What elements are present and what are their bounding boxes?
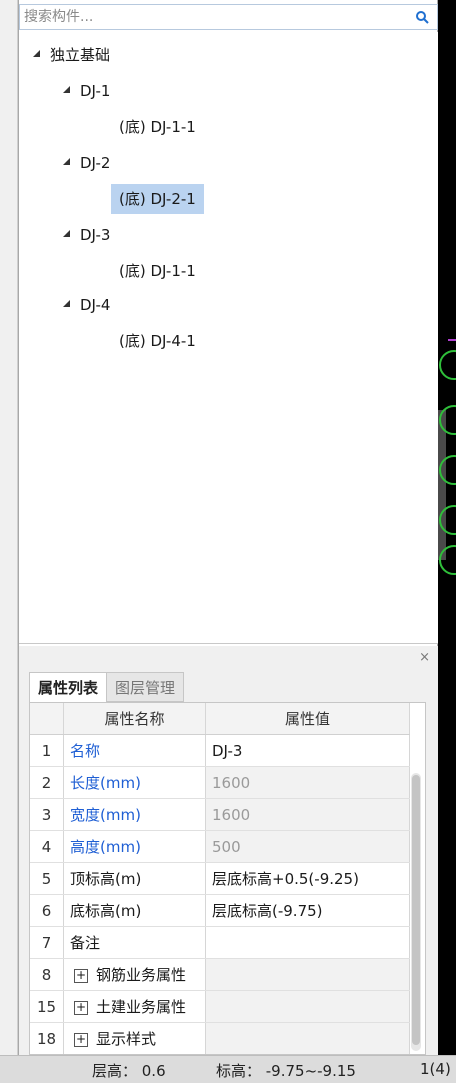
row-name: 长度(mm) [64, 767, 206, 798]
tree-group-dj2[interactable]: DJ-2 [63, 148, 110, 178]
tree-item[interactable]: (底) DJ-1-1 [111, 112, 204, 142]
row-value[interactable]: 1600 [206, 767, 410, 798]
table-row[interactable]: 18 + 显示样式 [30, 1023, 410, 1054]
row-name: 名称 [64, 735, 206, 766]
tree-group-label: DJ-3 [80, 226, 111, 244]
row-name: 土建业务属性 [96, 998, 187, 1016]
row-number: 8 [30, 959, 64, 990]
header-value: 属性值 [206, 703, 410, 734]
tree-group-dj4[interactable]: DJ-4 [63, 290, 110, 320]
tree-root[interactable]: 独立基础 [33, 40, 110, 70]
tree-item-label: (底) DJ-1-1 [119, 118, 196, 136]
tab-property-list[interactable]: 属性列表 [29, 672, 108, 702]
expand-triangle-icon[interactable] [63, 300, 70, 307]
tree-group-label: DJ-2 [80, 154, 111, 172]
row-number: 15 [30, 991, 64, 1022]
tree-group-label: DJ-1 [80, 82, 111, 100]
row-number: 5 [30, 863, 64, 894]
tree-item-label: (底) DJ-1-1 [119, 262, 196, 280]
row-number: 18 [30, 1023, 64, 1054]
row-name-group[interactable]: + 钢筋业务属性 [64, 959, 206, 990]
close-icon[interactable]: × [419, 650, 430, 665]
row-value[interactable]: 1600 [206, 799, 410, 830]
tree-group-dj1[interactable]: DJ-1 [63, 76, 110, 106]
row-number: 3 [30, 799, 64, 830]
row-number: 6 [30, 895, 64, 926]
table-row[interactable]: 1 名称 DJ-3 [30, 735, 410, 767]
left-strip [0, 0, 18, 1055]
row-name: 底标高(m) [64, 895, 206, 926]
expand-triangle-icon[interactable] [63, 86, 70, 93]
tree-item-label: (底) DJ-4-1 [119, 332, 196, 350]
row-name: 钢筋业务属性 [96, 966, 187, 984]
row-number: 2 [30, 767, 64, 798]
table-row[interactable]: 3 宽度(mm) 1600 [30, 799, 410, 831]
tree-item-selected[interactable]: (底) DJ-2-1 [111, 184, 204, 214]
props-tabs: 属性列表 图层管理 [29, 672, 185, 702]
properties-panel: × 属性列表 图层管理 属性名称 属性值 1 名称 DJ-3 2 长度(mm) … [19, 646, 438, 1055]
component-panel: 独立基础 DJ-1 (底) DJ-1-1 DJ-2 (底) DJ-2-1 DJ-… [18, 0, 438, 1055]
row-value[interactable] [206, 927, 410, 958]
row-name-group[interactable]: + 显示样式 [64, 1023, 206, 1054]
tree-item[interactable]: (底) DJ-1-1 [111, 256, 204, 286]
plus-expand-icon[interactable]: + [74, 1032, 88, 1047]
row-name-group[interactable]: + 土建业务属性 [64, 991, 206, 1022]
scrollbar-thumb[interactable] [412, 775, 420, 1045]
elevation-status: 标高： -9.75~-9.15 [216, 1062, 356, 1080]
header-index [30, 703, 64, 734]
row-name: 备注 [64, 927, 206, 958]
table-row[interactable]: 8 + 钢筋业务属性 [30, 959, 410, 991]
expand-triangle-icon[interactable] [33, 50, 40, 57]
table-row[interactable]: 15 + 土建业务属性 [30, 991, 410, 1023]
search-input[interactable] [20, 5, 410, 29]
property-table: 属性名称 属性值 1 名称 DJ-3 2 长度(mm) 1600 3 宽度(mm… [29, 702, 426, 1055]
tree-item-label: (底) DJ-2-1 [119, 190, 196, 208]
search-box [19, 4, 438, 30]
row-number: 4 [30, 831, 64, 862]
row-number: 7 [30, 927, 64, 958]
table-row[interactable]: 4 高度(mm) 500 [30, 831, 410, 863]
row-value[interactable]: DJ-3 [206, 735, 410, 766]
row-name: 高度(mm) [64, 831, 206, 862]
tree-root-label: 独立基础 [50, 46, 111, 64]
vertical-scrollbar[interactable] [411, 773, 421, 1051]
row-name: 显示样式 [96, 1030, 157, 1048]
tree-group-dj3[interactable]: DJ-3 [63, 220, 110, 250]
plus-expand-icon[interactable]: + [74, 1000, 88, 1015]
plus-expand-icon[interactable]: + [74, 968, 88, 983]
drawing-canvas[interactable] [438, 0, 456, 1055]
page-status: 1(4) [420, 1060, 451, 1078]
row-value [206, 1023, 410, 1054]
status-bar: 层高： 0.6 标高： -9.75~-9.15 1(4) [0, 1055, 456, 1083]
layer-height-status: 层高： 0.6 [92, 1062, 166, 1080]
table-header: 属性名称 属性值 [30, 703, 410, 735]
table-row[interactable]: 2 长度(mm) 1600 [30, 767, 410, 799]
tree-group-label: DJ-4 [80, 296, 111, 314]
expand-triangle-icon[interactable] [63, 158, 70, 165]
row-name: 顶标高(m) [64, 863, 206, 894]
tree-item[interactable]: (底) DJ-4-1 [111, 326, 204, 356]
row-value[interactable]: 层底标高+0.5(-9.25) [206, 863, 410, 894]
row-value [206, 991, 410, 1022]
table-row[interactable]: 7 备注 [30, 927, 410, 959]
row-value[interactable]: 500 [206, 831, 410, 862]
table-row[interactable]: 6 底标高(m) 层底标高(-9.75) [30, 895, 410, 927]
row-name: 宽度(mm) [64, 799, 206, 830]
component-tree: 独立基础 DJ-1 (底) DJ-1-1 DJ-2 (底) DJ-2-1 DJ-… [19, 32, 438, 644]
row-value[interactable]: 层底标高(-9.75) [206, 895, 410, 926]
canvas-drawing [438, 339, 456, 575]
search-icon[interactable] [415, 10, 429, 24]
tab-layer-management[interactable]: 图层管理 [107, 672, 185, 702]
table-row[interactable]: 5 顶标高(m) 层底标高+0.5(-9.25) [30, 863, 410, 895]
expand-triangle-icon[interactable] [63, 230, 70, 237]
row-value [206, 959, 410, 990]
row-number: 1 [30, 735, 64, 766]
header-name: 属性名称 [64, 703, 206, 734]
